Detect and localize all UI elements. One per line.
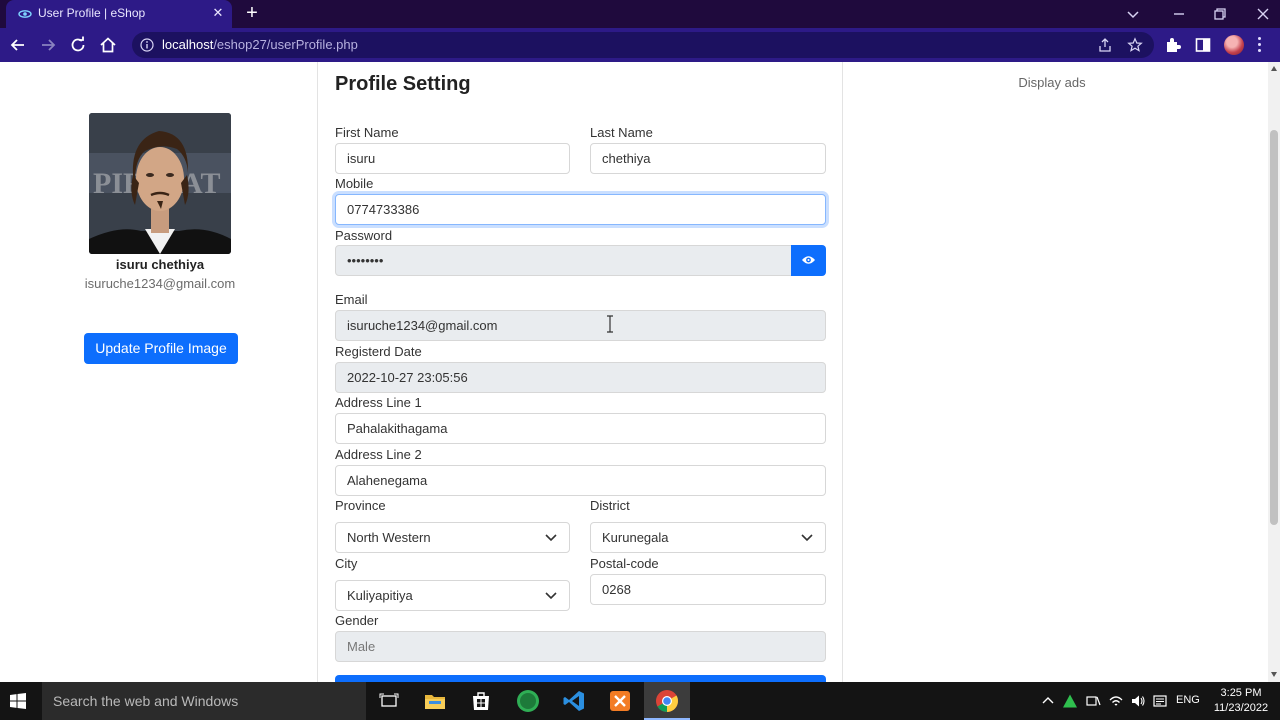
new-tab-button[interactable]: +: [242, 3, 262, 23]
tab-search-chevron-icon[interactable]: [1123, 4, 1143, 24]
tray-triangle-app-icon[interactable]: [1062, 693, 1078, 709]
minimize-icon[interactable]: [1169, 4, 1189, 24]
show-hidden-icons-chevron-icon[interactable]: [1040, 693, 1056, 709]
address-line2-input[interactable]: Alahenegama: [335, 465, 826, 496]
profile-email: isuruche1234@gmail.com: [84, 276, 236, 291]
district-label: District: [590, 498, 630, 513]
profile-sidebar: PIR AT isuru chethiya isuruche1234@gmail…: [0, 62, 318, 682]
password-label: Password: [335, 228, 393, 243]
scrollbar-thumb[interactable]: [1270, 130, 1278, 525]
side-panel-icon[interactable]: [1194, 36, 1212, 54]
registered-date-input[interactable]: 2022-10-27 23:05:56: [335, 362, 826, 393]
wifi-icon[interactable]: [1108, 693, 1124, 709]
postal-code-label: Postal-code: [590, 556, 659, 571]
ads-column: Display ads: [843, 62, 1268, 682]
district-select[interactable]: Kurunegala: [590, 522, 826, 553]
browser-tab[interactable]: User Profile | eShop ✕: [6, 0, 232, 28]
clock-date: 11/23/2022: [1213, 702, 1269, 714]
browser-tab-strip: User Profile | eShop ✕ +: [0, 0, 1280, 28]
city-value: Kuliyapitiya: [347, 588, 413, 603]
input-language[interactable]: ENG: [1176, 694, 1200, 706]
forward-arrow-icon[interactable]: [38, 35, 58, 55]
password-input[interactable]: ••••••••: [335, 245, 792, 276]
chevron-down-icon: [545, 534, 557, 542]
address-bar[interactable]: localhost/eshop27/userProfile.php: [132, 32, 1154, 58]
url-text: localhost/eshop27/userProfile.php: [162, 37, 358, 52]
chevron-down-icon: [545, 592, 557, 600]
back-arrow-icon[interactable]: [8, 35, 28, 55]
update-profile-image-button[interactable]: Update Profile Image: [84, 333, 238, 364]
profile-avatar[interactable]: [1224, 35, 1244, 55]
reload-icon[interactable]: [68, 35, 88, 55]
vscode-icon[interactable]: [561, 688, 587, 714]
scroll-down-arrow-icon[interactable]: [1271, 672, 1277, 677]
windows-taskbar: Search the web and Windows ENG 3:25 PM 1…: [0, 682, 1280, 720]
profile-form: Profile Setting First Name isuru Last Na…: [318, 62, 843, 682]
browser-toolbar: localhost/eshop27/userProfile.php: [0, 28, 1280, 62]
eye-icon: [802, 256, 815, 264]
site-info-icon[interactable]: [140, 38, 154, 52]
share-icon[interactable]: [1097, 37, 1113, 53]
first-name-label: First Name: [335, 125, 399, 140]
tab-title: User Profile | eShop: [38, 6, 146, 20]
profile-image: PIR AT: [89, 113, 231, 254]
last-name-label: Last Name: [590, 125, 653, 140]
province-select[interactable]: North Western: [335, 522, 570, 553]
clock-time: 3:25 PM: [1220, 687, 1262, 699]
first-name-input[interactable]: isuru: [335, 143, 570, 174]
registered-date-label: Registerd Date: [335, 344, 422, 359]
xampp-icon[interactable]: [607, 688, 633, 714]
province-value: North Western: [347, 530, 431, 545]
taskbar-clock[interactable]: 3:25 PM 11/23/2022: [1212, 686, 1270, 716]
district-value: Kurunegala: [602, 530, 669, 545]
url-path: /eshop27/userProfile.php: [213, 37, 358, 52]
store-icon[interactable]: [468, 688, 494, 714]
notifications-icon[interactable]: [1152, 693, 1168, 709]
province-label: Province: [335, 498, 386, 513]
chevron-down-icon: [801, 534, 813, 542]
show-password-button[interactable]: [791, 245, 826, 276]
city-label: City: [335, 556, 358, 571]
address-line2-label: Address Line 2: [335, 447, 422, 462]
tab-close-icon[interactable]: ✕: [210, 5, 226, 21]
page-title: Profile Setting: [335, 73, 471, 95]
eshop-favicon-icon: [18, 10, 32, 18]
file-explorer-icon[interactable]: [422, 688, 448, 714]
windows-start-icon[interactable]: [10, 693, 26, 709]
network-status-icon[interactable]: [1085, 693, 1101, 709]
gender-input[interactable]: Male: [335, 631, 826, 662]
home-icon[interactable]: [98, 35, 118, 55]
mobile-label: Mobile: [335, 176, 374, 191]
bookmark-star-icon[interactable]: [1127, 37, 1143, 53]
page-content: PIR AT isuru chethiya isuruche1234@gmail…: [0, 62, 1268, 682]
close-window-icon[interactable]: [1253, 4, 1273, 24]
taskbar-search-placeholder: Search the web and Windows: [53, 693, 239, 709]
city-select[interactable]: Kuliyapitiya: [335, 580, 570, 611]
address-line1-label: Address Line 1: [335, 395, 422, 410]
page-scrollbar[interactable]: [1268, 62, 1280, 682]
gender-label: Gender: [335, 613, 379, 628]
save-profile-button[interactable]: [335, 675, 826, 682]
profile-portrait-icon: PIR AT: [89, 113, 231, 254]
text-cursor-icon: [607, 315, 613, 333]
postal-code-input[interactable]: 0268: [590, 574, 826, 605]
last-name-input[interactable]: chethiya: [590, 143, 826, 174]
restore-icon[interactable]: [1210, 4, 1230, 24]
chrome-icon[interactable]: [654, 688, 680, 714]
extensions-puzzle-icon[interactable]: [1164, 36, 1182, 54]
profile-name: isuru chethiya: [115, 257, 205, 272]
display-ads-label: Display ads: [1018, 75, 1086, 90]
volume-icon[interactable]: [1130, 693, 1146, 709]
mobile-input[interactable]: 0774733386: [335, 194, 826, 225]
address-line1-input[interactable]: Pahalakithagama: [335, 413, 826, 444]
email-label: Email: [335, 292, 368, 307]
email-input[interactable]: isuruche1234@gmail.com: [335, 310, 826, 341]
gender-value: Male: [347, 639, 376, 654]
taskbar-search-box[interactable]: Search the web and Windows: [42, 682, 366, 720]
scroll-up-arrow-icon[interactable]: [1271, 66, 1277, 71]
browser-menu-icon[interactable]: [1258, 37, 1262, 53]
hs-app-icon[interactable]: [515, 688, 541, 714]
url-host: localhost: [162, 37, 214, 52]
task-view-icon[interactable]: [376, 688, 402, 714]
